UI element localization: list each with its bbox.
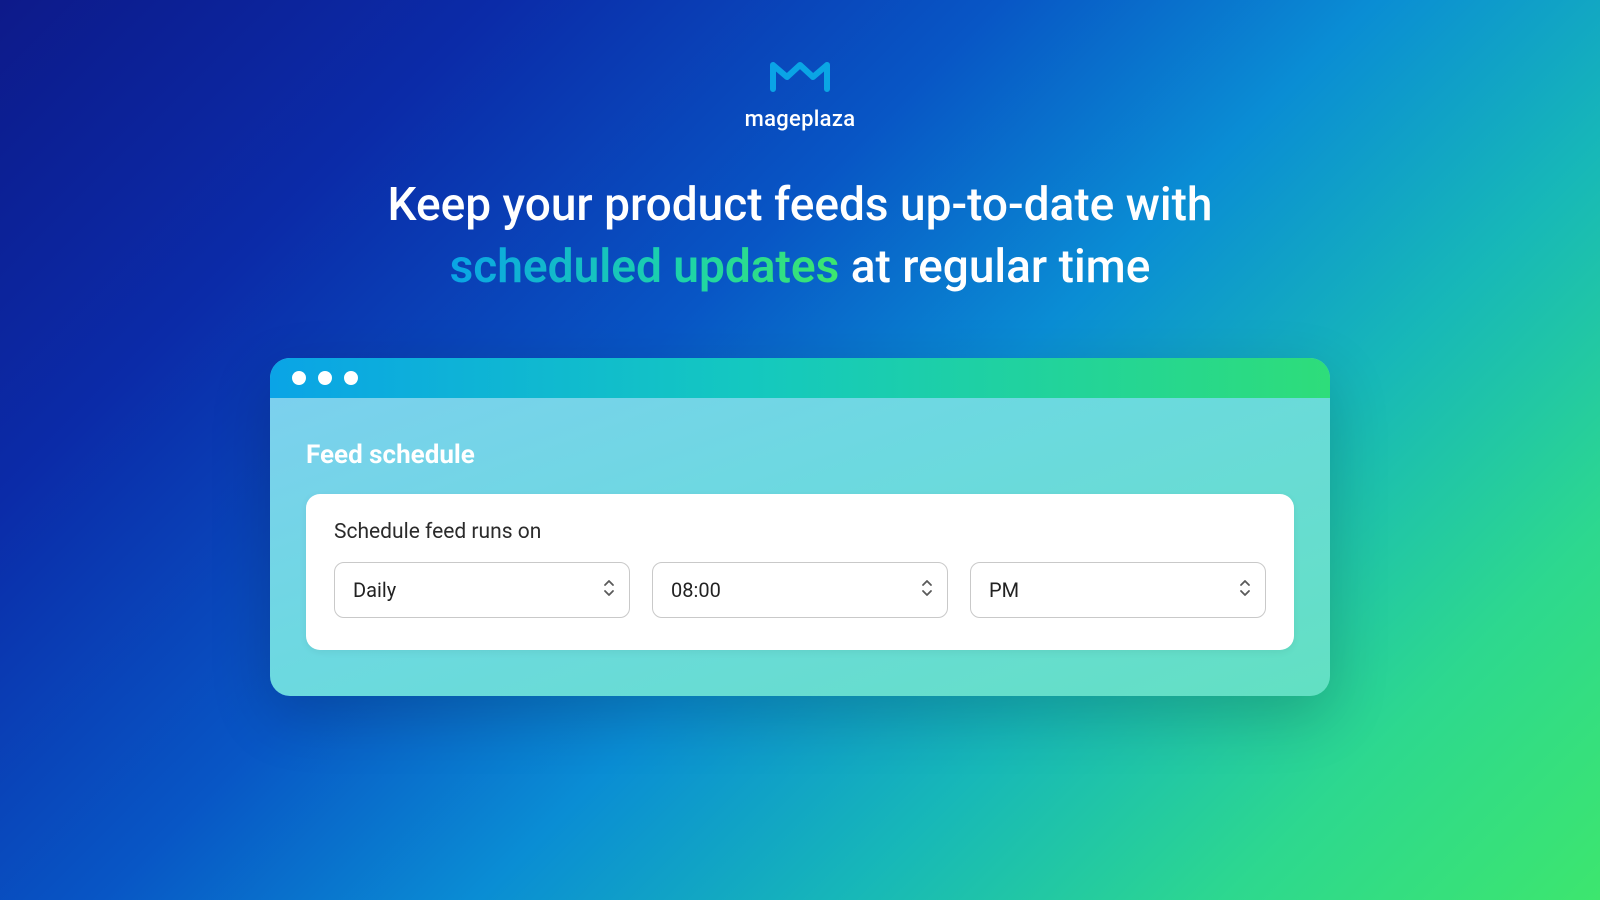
window-control-close-icon[interactable]	[292, 371, 306, 385]
frequency-value: Daily	[353, 578, 396, 602]
headline: Keep your product feeds up-to-date with …	[0, 174, 1600, 298]
window-body: Feed schedule Schedule feed runs on Dail…	[270, 398, 1330, 696]
headline-highlight: scheduled updates	[450, 240, 840, 294]
meridiem-select[interactable]: PM	[970, 562, 1266, 618]
headline-line1: Keep your product feeds up-to-date with	[388, 178, 1213, 232]
section-title: Feed schedule	[306, 440, 1294, 470]
schedule-window: Feed schedule Schedule feed runs on Dail…	[270, 358, 1330, 696]
frequency-select[interactable]: Daily	[334, 562, 630, 618]
field-label: Schedule feed runs on	[334, 520, 1266, 544]
schedule-form: Schedule feed runs on Daily 08:00	[306, 494, 1294, 650]
window-control-minimize-icon[interactable]	[318, 371, 332, 385]
window-titlebar	[270, 358, 1330, 398]
selects-row: Daily 08:00 PM	[334, 562, 1266, 618]
time-select-wrap: 08:00	[652, 562, 948, 618]
frequency-select-wrap: Daily	[334, 562, 630, 618]
meridiem-value: PM	[989, 578, 1019, 602]
meridiem-select-wrap: PM	[970, 562, 1266, 618]
brand-header: mageplaza	[0, 0, 1600, 132]
brand-name: mageplaza	[0, 107, 1600, 132]
window-control-zoom-icon[interactable]	[344, 371, 358, 385]
time-value: 08:00	[671, 578, 721, 602]
brand-logo-icon	[769, 55, 831, 101]
time-select[interactable]: 08:00	[652, 562, 948, 618]
headline-suffix: at regular time	[839, 240, 1150, 294]
